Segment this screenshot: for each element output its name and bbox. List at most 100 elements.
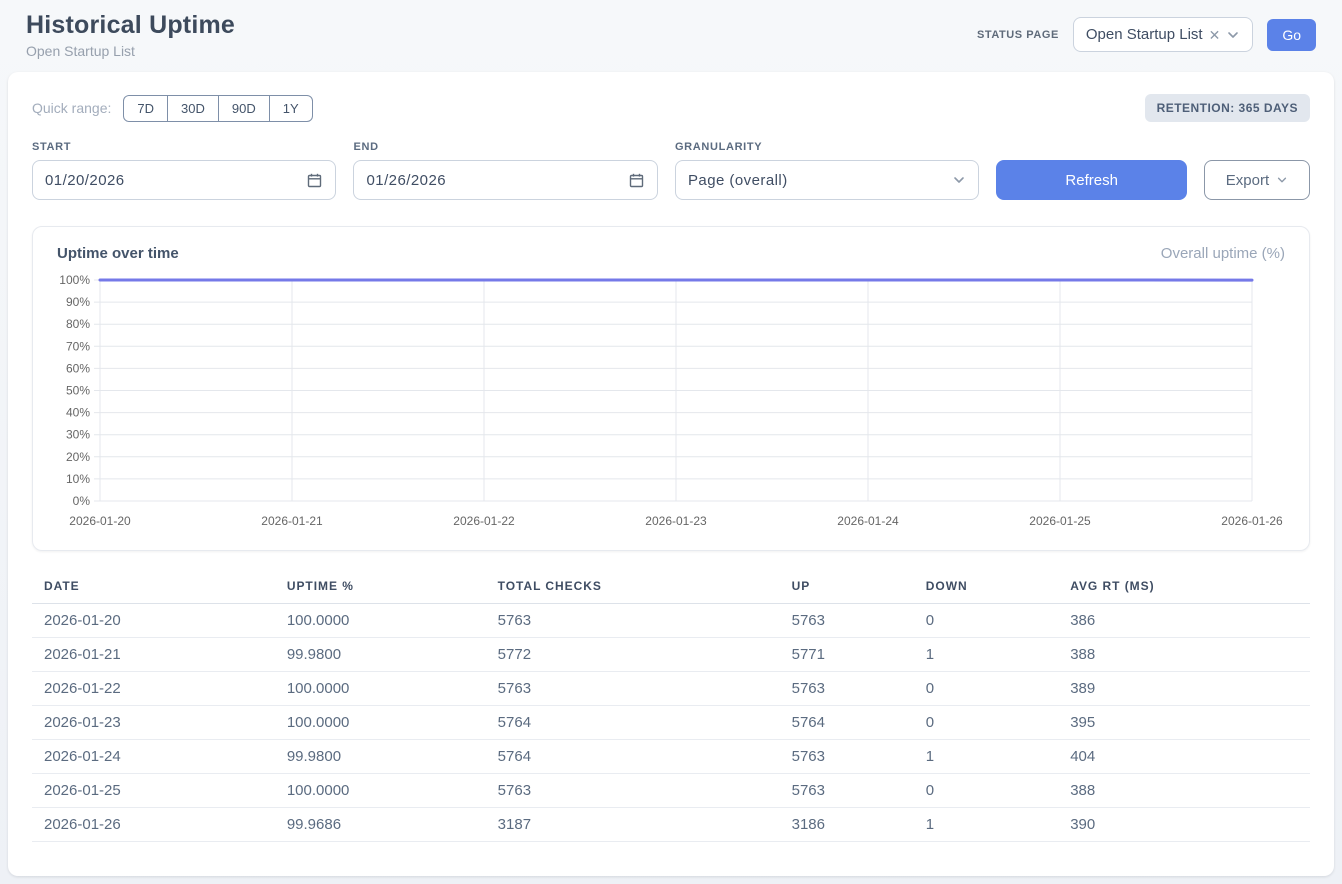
table-cell: 5764 <box>780 706 914 740</box>
table-cell: 389 <box>1058 672 1310 706</box>
table-cell: 99.9800 <box>275 740 486 774</box>
export-button-label: Export <box>1226 172 1269 189</box>
chart-y-tick-label: 100% <box>59 273 90 287</box>
granularity-label: GRANULARITY <box>675 141 979 153</box>
granularity-select[interactable]: Page (overall) <box>675 160 979 200</box>
status-page-label: STATUS PAGE <box>977 29 1059 41</box>
table-cell: 2026-01-22 <box>32 672 275 706</box>
end-date-input[interactable]: 01/26/2026 <box>353 160 657 200</box>
table-cell: 100.0000 <box>275 774 486 808</box>
chart-x-tick-label: 2026-01-25 <box>1029 514 1091 528</box>
table-row: 2026-01-23100.0000576457640395 <box>32 706 1310 740</box>
table-cell: 0 <box>914 774 1058 808</box>
table-cell: 99.9800 <box>275 638 486 672</box>
chart-y-tick-label: 20% <box>66 450 90 464</box>
main-panel: Quick range: 7D 30D 90D 1Y RETENTION: 36… <box>8 72 1334 876</box>
column-header: TOTAL CHECKS <box>486 571 780 604</box>
table-cell: 390 <box>1058 808 1310 842</box>
chart-x-tick-label: 2026-01-22 <box>453 514 515 528</box>
retention-badge: RETENTION: 365 DAYS <box>1145 94 1310 122</box>
page-title: Historical Uptime <box>26 11 235 40</box>
table-cell: 388 <box>1058 638 1310 672</box>
column-header: DATE <box>32 571 275 604</box>
end-date-label: END <box>353 141 657 153</box>
table-cell: 1 <box>914 740 1058 774</box>
table-cell: 0 <box>914 604 1058 638</box>
table-cell: 2026-01-25 <box>32 774 275 808</box>
table-cell: 404 <box>1058 740 1310 774</box>
start-date-input[interactable]: 01/20/2026 <box>32 160 336 200</box>
table-cell: 5763 <box>780 672 914 706</box>
table-cell: 3187 <box>486 808 780 842</box>
column-header: DOWN <box>914 571 1058 604</box>
quick-range-90d-button[interactable]: 90D <box>218 95 270 122</box>
uptime-table: DATEUPTIME %TOTAL CHECKSUPDOWNAVG RT (MS… <box>32 571 1310 842</box>
chart-y-tick-label: 10% <box>66 472 90 486</box>
column-header: AVG RT (MS) <box>1058 571 1310 604</box>
table-cell: 1 <box>914 638 1058 672</box>
chevron-down-icon <box>952 173 966 187</box>
table-cell: 5763 <box>780 740 914 774</box>
chart-x-tick-label: 2026-01-26 <box>1221 514 1283 528</box>
table-cell: 0 <box>914 706 1058 740</box>
page-header: Historical Uptime Open Startup List STAT… <box>0 0 1342 70</box>
quick-range-30d-button[interactable]: 30D <box>167 95 219 122</box>
table-cell: 395 <box>1058 706 1310 740</box>
chart-header: Uptime over time Overall uptime (%) <box>57 245 1285 262</box>
chevron-down-icon <box>1276 174 1288 186</box>
table-cell: 0 <box>914 672 1058 706</box>
go-button[interactable]: Go <box>1267 19 1316 51</box>
table-row: 2026-01-20100.0000576357630386 <box>32 604 1310 638</box>
calendar-icon[interactable] <box>306 172 323 189</box>
chart-y-tick-label: 80% <box>66 317 90 331</box>
table-row: 2026-01-2199.9800577257711388 <box>32 638 1310 672</box>
table-cell: 5763 <box>780 774 914 808</box>
granularity-selected-value: Page (overall) <box>688 172 788 189</box>
chart-y-tick-label: 40% <box>66 406 90 420</box>
x-icon[interactable]: ✕ <box>1209 28 1221 42</box>
table-cell: 3186 <box>780 808 914 842</box>
table-cell: 100.0000 <box>275 706 486 740</box>
chart-x-tick-label: 2026-01-20 <box>69 514 131 528</box>
table-row: 2026-01-2699.9686318731861390 <box>32 808 1310 842</box>
chart-y-tick-label: 0% <box>73 494 91 508</box>
table-row: 2026-01-2499.9800576457631404 <box>32 740 1310 774</box>
column-header: UP <box>780 571 914 604</box>
table-row: 2026-01-22100.0000576357630389 <box>32 672 1310 706</box>
chart-y-tick-label: 30% <box>66 428 90 442</box>
table-cell: 5763 <box>780 604 914 638</box>
table-cell: 2026-01-20 <box>32 604 275 638</box>
title-block: Historical Uptime Open Startup List <box>26 11 235 59</box>
status-page-select[interactable]: Open Startup List ✕ <box>1073 17 1253 52</box>
uptime-table-head: DATEUPTIME %TOTAL CHECKSUPDOWNAVG RT (MS… <box>32 571 1310 604</box>
start-date-label: START <box>32 141 336 153</box>
table-cell: 5772 <box>486 638 780 672</box>
header-controls: STATUS PAGE Open Startup List ✕ Go <box>977 17 1316 52</box>
refresh-button[interactable]: Refresh <box>996 160 1186 200</box>
chart-legend: Overall uptime (%) <box>1161 245 1285 262</box>
table-cell: 5763 <box>486 672 780 706</box>
quick-range-buttons: 7D 30D 90D 1Y <box>123 95 312 122</box>
end-date-field: END 01/26/2026 <box>353 141 657 200</box>
status-page-selected-value: Open Startup List <box>1086 26 1203 43</box>
table-cell: 2026-01-24 <box>32 740 275 774</box>
table-cell: 2026-01-26 <box>32 808 275 842</box>
calendar-icon[interactable] <box>628 172 645 189</box>
table-cell: 5763 <box>486 774 780 808</box>
uptime-table-body: 2026-01-20100.00005763576303862026-01-21… <box>32 604 1310 842</box>
table-cell: 5763 <box>486 604 780 638</box>
export-button[interactable]: Export <box>1204 160 1310 200</box>
uptime-chart-card: Uptime over time Overall uptime (%) 0% 10… <box>32 226 1310 551</box>
table-cell: 5764 <box>486 740 780 774</box>
quick-range-group: Quick range: 7D 30D 90D 1Y <box>32 95 313 122</box>
chart-x-tick-label: 2026-01-24 <box>837 514 899 528</box>
quick-range-7d-button[interactable]: 7D <box>123 95 168 122</box>
filters-top-row: Quick range: 7D 30D 90D 1Y RETENTION: 36… <box>32 94 1310 122</box>
table-row: 2026-01-25100.0000576357630388 <box>32 774 1310 808</box>
column-header: UPTIME % <box>275 571 486 604</box>
chevron-down-icon <box>1226 28 1240 42</box>
quick-range-1y-button[interactable]: 1Y <box>269 95 313 122</box>
chart-x-tick-label: 2026-01-23 <box>645 514 707 528</box>
table-cell: 100.0000 <box>275 672 486 706</box>
chart-y-tick-label: 60% <box>66 361 90 375</box>
